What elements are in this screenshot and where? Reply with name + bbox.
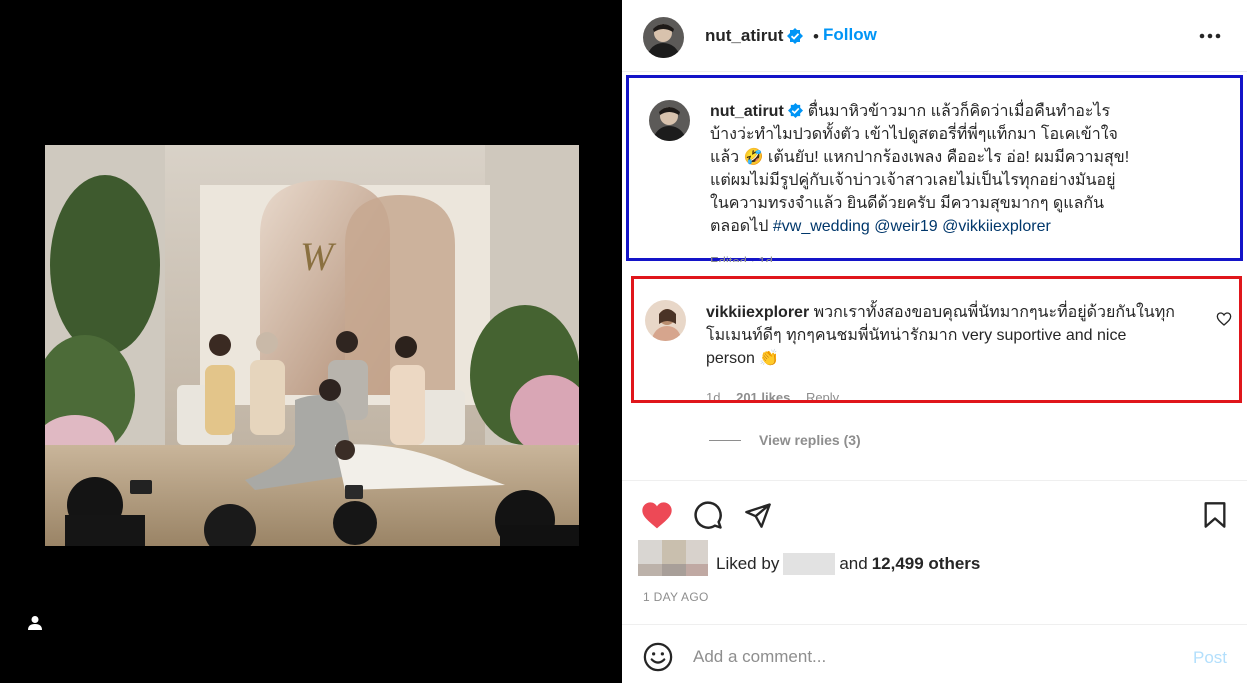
share-icon[interactable] [741, 498, 775, 532]
emoji-icon[interactable] [643, 642, 673, 672]
avatar[interactable] [643, 17, 684, 58]
liked-by-and: and [839, 554, 868, 573]
comment-icon[interactable] [691, 498, 725, 532]
more-options-icon[interactable] [1198, 24, 1222, 48]
comment-time: 1d [706, 390, 721, 400]
divider-line [709, 439, 741, 441]
liked-by-prefix: Liked by [716, 554, 780, 573]
reply-button[interactable]: Reply [806, 390, 839, 400]
verified-badge-icon [787, 28, 803, 44]
post-author-username[interactable]: nut_atirut [705, 26, 783, 46]
mention-link[interactable]: @weir19 [874, 218, 937, 235]
comment-meta: 1d 201 likes Reply [706, 390, 851, 400]
comment-input[interactable] [693, 645, 1173, 669]
comment-username[interactable]: vikkiiexplorer [706, 304, 809, 321]
mention-link[interactable]: @vikkiiexplorer [942, 218, 1051, 235]
post-photo[interactable]: W [45, 145, 579, 546]
caption-text: nut_atirut ตื่นมาหิวข้าวมาก แล้วก็คิดว่า… [710, 100, 1134, 238]
media-pane: W [0, 0, 622, 683]
verified-badge-icon [788, 103, 804, 118]
post-viewer: W nut_atirut • Follow nut_atirut ตื่นมาห… [0, 0, 1247, 683]
view-replies-button[interactable]: View replies (3) [709, 432, 861, 448]
caption-body: ตื่นมาหิวข้าวมาก แล้วก็คิดว่าเมื่อคืนทำอ… [710, 103, 1130, 235]
comment-likes[interactable]: 201 likes [736, 390, 790, 400]
hashtag-link[interactable]: #vw_wedding [773, 218, 870, 235]
avatar[interactable] [645, 300, 686, 341]
follow-button[interactable]: Follow [823, 25, 877, 45]
add-comment-bar: Post [622, 624, 1247, 683]
likes-count[interactable]: 12,499 others [872, 554, 981, 574]
post-details: nut_atirut • Follow nut_atirut ตื่นมาหิว… [622, 0, 1247, 683]
liked-by-text: Liked by and 12,499 others [716, 553, 980, 575]
photo-monogram: W [300, 234, 337, 279]
post-comment-button[interactable]: Post [1193, 648, 1227, 668]
user-tag-icon[interactable] [24, 612, 46, 634]
caption-section: nut_atirut ตื่นมาหิวข้าวมาก แล้วก็คิดว่า… [626, 75, 1243, 262]
post-timestamp[interactable]: 1 DAY AGO [643, 590, 709, 604]
post-header: nut_atirut • Follow [622, 0, 1247, 72]
avatar[interactable] [649, 100, 690, 141]
likes-summary: Liked by and 12,499 others [638, 540, 1238, 576]
caption-username[interactable]: nut_atirut [710, 103, 784, 120]
comment-item: vikkiiexplorer พวกเราทั้งสองขอบคุณพี่นัท… [631, 276, 1242, 403]
save-bookmark-icon[interactable] [1198, 498, 1232, 532]
comment-like-icon[interactable] [1216, 311, 1232, 327]
view-replies-label: View replies (3) [759, 432, 861, 448]
liker-avatars[interactable] [638, 540, 710, 576]
comment-text: vikkiiexplorer พวกเราทั้งสองขอบคุณพี่นัท… [706, 301, 1176, 370]
caption-meta: Edited · 1d [710, 254, 773, 262]
separator-dot: • [813, 27, 819, 46]
blurred-username[interactable] [783, 553, 836, 575]
like-heart-icon[interactable] [640, 498, 674, 532]
